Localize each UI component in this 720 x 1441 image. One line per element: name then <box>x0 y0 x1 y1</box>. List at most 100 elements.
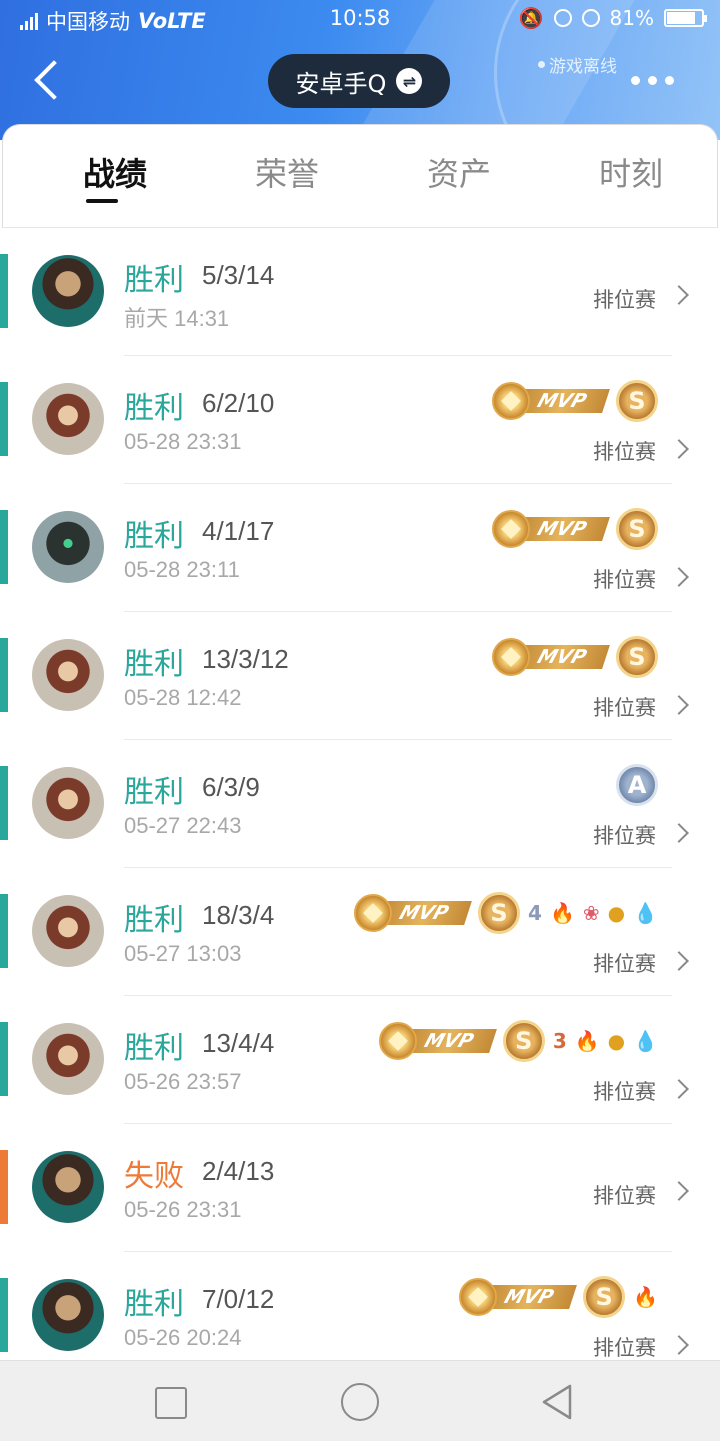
rating-medal: S <box>616 636 658 678</box>
more-dot-icon <box>665 76 674 85</box>
match-kda: 7/0/12 <box>202 1284 275 1314</box>
match-row[interactable]: 胜利 18/3/4 05-27 13:03 排位赛 MVP S 4 🔥 ❀ ● 💧 <box>0 868 720 996</box>
match-time: 前天 14:31 <box>124 306 230 331</box>
result-indicator-bar <box>0 894 8 968</box>
more-dot-icon <box>648 76 657 85</box>
chevron-right-icon <box>669 823 689 843</box>
chevron-right-icon <box>669 285 689 305</box>
match-mode: 排位赛 <box>593 1336 656 1360</box>
hero-avatar <box>32 639 104 711</box>
chevron-right-icon <box>669 1079 689 1099</box>
battery-percent: 81% <box>609 6 654 30</box>
tab-assets[interactable]: 资产 <box>399 149 519 195</box>
account-name: 安卓手Q <box>295 69 387 98</box>
nav-back-button[interactable] <box>538 1383 578 1421</box>
match-result: 胜利 <box>124 775 184 810</box>
match-mode: 排位赛 <box>593 1080 656 1104</box>
rotation-lock-icon <box>553 9 572 27</box>
match-badges: MVP S 🔥 <box>459 1276 658 1318</box>
chevron-right-icon <box>669 695 689 715</box>
hero-avatar <box>32 1023 104 1095</box>
match-mode: 排位赛 <box>593 952 656 976</box>
match-mode: 排位赛 <box>593 568 656 592</box>
match-time: 05-27 13:03 <box>124 941 242 966</box>
match-result: 胜利 <box>124 1287 184 1322</box>
coins-icon: ● <box>607 901 626 925</box>
blood-drop-icon: 💧 <box>633 901 658 925</box>
rating-medal: A <box>616 764 658 806</box>
more-button[interactable] <box>631 76 674 85</box>
result-indicator-bar <box>0 1150 8 1224</box>
tab-records[interactable]: 战绩 <box>55 149 175 195</box>
match-time: 05-28 23:31 <box>124 429 242 454</box>
back-button[interactable] <box>30 58 74 108</box>
hero-avatar <box>32 895 104 967</box>
match-row[interactable]: 失败 2/4/13 05-26 23:31 排位赛 <box>0 1124 720 1252</box>
match-list[interactable]: 胜利 5/3/14 前天 14:31 排位赛 胜利 6/2/10 05-28 23:31 排位… <box>0 228 720 1360</box>
rating-medal: S <box>616 508 658 550</box>
hero-avatar <box>32 511 104 583</box>
multikill-count: 3 <box>552 1029 567 1053</box>
match-result: 胜利 <box>124 391 184 426</box>
match-kda: 6/3/9 <box>202 772 260 802</box>
result-indicator-bar <box>0 1278 8 1352</box>
match-row[interactable]: 胜利 13/4/4 05-26 23:57 排位赛 MVP S 3 🔥 ● 💧 <box>0 996 720 1124</box>
result-indicator-bar <box>0 766 8 840</box>
match-mode: 排位赛 <box>593 288 656 312</box>
battery-icon <box>664 9 707 27</box>
match-badges: MVP S <box>492 508 658 550</box>
game-status: 游戏离线 <box>538 52 617 77</box>
match-row[interactable]: 胜利 7/0/12 05-26 20:24 排位赛 MVP S 🔥 <box>0 1252 720 1360</box>
match-row[interactable]: 胜利 5/3/14 前天 14:31 排位赛 <box>0 228 720 356</box>
match-result: 失败 <box>124 1159 184 1194</box>
mute-bell-icon: 🔕 <box>518 6 544 30</box>
match-kda: 4/1/17 <box>202 516 275 546</box>
match-time: 05-27 22:43 <box>124 813 242 838</box>
alarm-icon <box>581 9 600 27</box>
chevron-right-icon <box>669 1181 689 1201</box>
system-nav-bar <box>0 1360 720 1441</box>
hero-avatar <box>32 1151 104 1223</box>
match-time: 05-28 12:42 <box>124 685 242 710</box>
fire-icon: 🔥 <box>574 1029 600 1053</box>
triangle-back-icon <box>542 1384 572 1420</box>
fire-icon: 🔥 <box>549 901 575 925</box>
recent-apps-button[interactable] <box>155 1387 187 1419</box>
hero-avatar <box>32 767 104 839</box>
mvp-badge: MVP <box>459 1278 577 1316</box>
match-kda: 13/4/4 <box>202 1028 275 1058</box>
account-switch-button[interactable]: 安卓手Q ⇌ <box>268 54 450 108</box>
hero-avatar <box>32 255 104 327</box>
match-time: 05-26 23:31 <box>124 1197 242 1222</box>
match-kda: 6/2/10 <box>202 388 275 418</box>
fire-icon: 🔥 <box>633 1285 658 1309</box>
coins-icon: ● <box>607 1029 626 1053</box>
match-row[interactable]: 胜利 13/3/12 05-28 12:42 排位赛 MVP S <box>0 612 720 740</box>
match-result: 胜利 <box>124 519 184 554</box>
match-time: 05-26 23:57 <box>124 1069 242 1094</box>
tab-honors[interactable]: 荣誉 <box>227 149 347 195</box>
tab-moments[interactable]: 时刻 <box>571 149 691 195</box>
match-badges: MVP S <box>492 636 658 678</box>
match-result: 胜利 <box>124 903 184 938</box>
match-kda: 2/4/13 <box>202 1156 275 1186</box>
match-result: 胜利 <box>124 263 184 298</box>
home-button[interactable] <box>341 1383 379 1421</box>
chevron-left-icon <box>34 60 74 100</box>
offline-label: 游戏离线 <box>549 57 617 77</box>
mvp-badge: MVP <box>378 1022 497 1060</box>
match-mode: 排位赛 <box>593 1184 656 1208</box>
result-indicator-bar <box>0 254 8 328</box>
match-row[interactable]: 胜利 6/3/9 05-27 22:43 排位赛 A <box>0 740 720 868</box>
mvp-emblem-icon <box>459 1278 498 1316</box>
header-bar: 中国移动 VoLTE 10:58 🔕 81% 安卓手Q ⇌ 游戏离线 <box>0 0 720 140</box>
rating-medal: S <box>616 380 658 422</box>
match-result: 胜利 <box>124 1031 184 1066</box>
match-row[interactable]: 胜利 4/1/17 05-28 23:11 排位赛 MVP S <box>0 484 720 612</box>
match-mode: 排位赛 <box>593 440 656 464</box>
match-badges: A <box>616 764 658 806</box>
mvp-badge: MVP <box>492 510 610 548</box>
blood-drop-icon: 💧 <box>633 1029 658 1053</box>
rating-medal: S <box>478 892 521 934</box>
match-row[interactable]: 胜利 6/2/10 05-28 23:31 排位赛 MVP S <box>0 356 720 484</box>
